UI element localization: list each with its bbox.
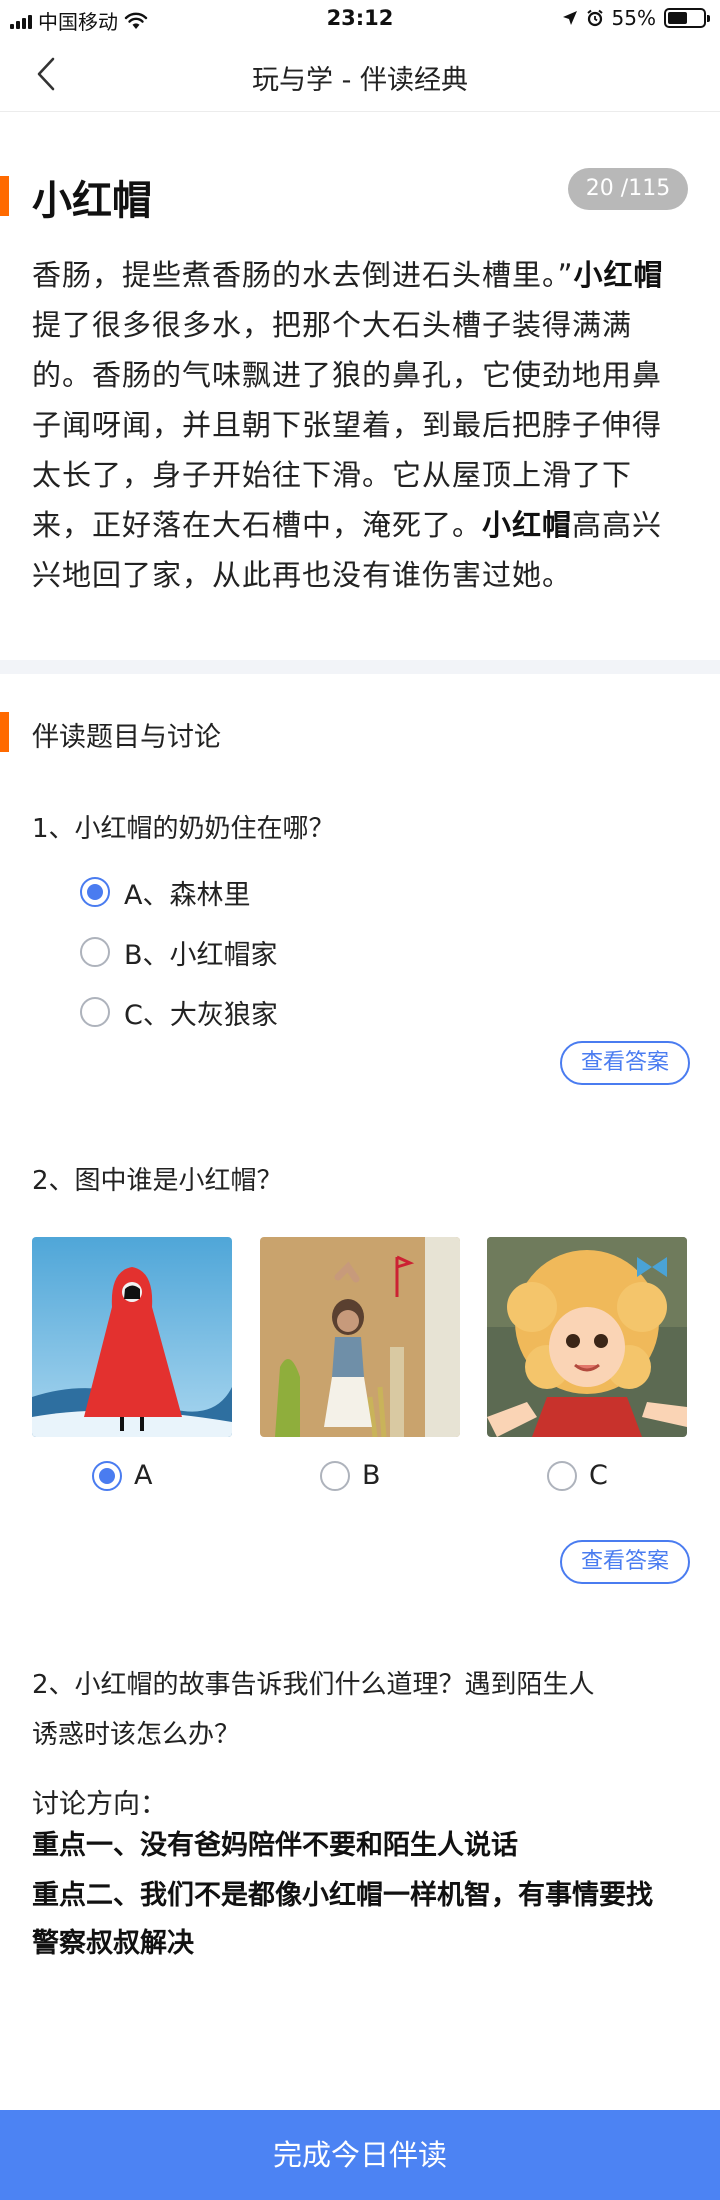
picture-option-b[interactable] (260, 1237, 460, 1437)
option-label: B、小红帽家 (124, 939, 278, 971)
q1-option-c[interactable]: C、大灰狼家 (80, 992, 278, 1032)
question-3-line-2: 诱惑时该怎么办？ (32, 1720, 241, 1750)
option-label: A (134, 1460, 153, 1491)
page-current: 20 (585, 176, 614, 201)
q2-option-c[interactable]: C (547, 1460, 608, 1491)
battery-icon (664, 8, 710, 28)
title-accent-bar (0, 176, 9, 216)
nav-bar: 玩与学 - 伴读经典 (0, 36, 720, 112)
question-3-line-1: 2、小红帽的故事告诉我们什么道理？遇到陌生人 (32, 1670, 595, 1700)
radio-checked-icon (80, 877, 110, 907)
q2-option-a[interactable]: A (92, 1460, 152, 1491)
battery-percent: 55% (611, 6, 656, 30)
discussion-direction-label: 讨论方向： (32, 1789, 167, 1820)
story-highlight: 小红帽 (482, 508, 573, 542)
question-1: 1、小红帽的奶奶住在哪？ (32, 814, 335, 844)
discussion-point-1: 重点一、没有爸妈陪伴不要和陌生人说话 (32, 1830, 518, 1861)
page-total: /115 (620, 176, 671, 201)
curly-hair-girl-illustration (487, 1237, 687, 1437)
section-divider (0, 660, 720, 674)
girl-by-wall-illustration (260, 1237, 460, 1437)
picture-option-a[interactable] (32, 1237, 232, 1437)
story-section: 小红帽 20 /115 香肠，提些煮香肠的水去倒进石头槽里。”小红帽提了很多很多… (0, 112, 720, 660)
option-label: A、森林里 (124, 879, 251, 911)
story-text-part: 香肠，提些煮香肠的水去倒进石头槽里。” (32, 258, 574, 292)
page-counter-badge: 20 /115 (568, 168, 688, 210)
q2-option-b[interactable]: B (320, 1460, 381, 1491)
radio-icon (320, 1460, 350, 1491)
radio-checked-icon (92, 1460, 122, 1491)
option-label: C (589, 1460, 608, 1491)
status-bar: 中国移动 23:12 55% (0, 0, 720, 36)
section-accent-bar (0, 712, 9, 752)
story-text: 香肠，提些煮香肠的水去倒进石头槽里。”小红帽提了很多很多水，把那个大石头槽子装得… (32, 250, 690, 600)
battery-level (668, 12, 687, 24)
radio-icon (80, 937, 110, 967)
discussion-point-2: 重点二、我们不是都像小红帽一样机智，有事情要找警察叔叔解决 (32, 1880, 653, 1959)
q1-option-a[interactable]: A、森林里 (80, 872, 250, 912)
status-right: 55% (562, 6, 710, 30)
view-answer-button[interactable]: 查看答案 (560, 1540, 690, 1584)
radio-icon (80, 997, 110, 1027)
view-answer-button[interactable]: 查看答案 (560, 1041, 690, 1085)
alarm-icon (586, 9, 603, 27)
page-title: 玩与学 - 伴读经典 (252, 65, 468, 96)
red-riding-hood-illustration (32, 1237, 232, 1437)
location-icon (562, 11, 577, 25)
option-label: C、大灰狼家 (124, 999, 278, 1031)
option-label: B (362, 1460, 381, 1491)
story-highlight: 小红帽 (573, 258, 664, 292)
q1-option-b[interactable]: B、小红帽家 (80, 932, 278, 972)
question-2: 2、图中谁是小红帽？ (32, 1166, 283, 1196)
picture-option-c[interactable] (487, 1237, 687, 1437)
story-text-part: 提了很多很多水，把那个大石头槽子装得满满的。香肠的气味飘进了狼的鼻孔，它使劲地用… (32, 308, 663, 542)
story-title: 小红帽 (32, 178, 152, 224)
radio-icon (547, 1460, 577, 1491)
section-heading: 伴读题目与讨论 (32, 722, 221, 753)
finish-reading-button[interactable]: 完成今日伴读 (0, 2110, 720, 2200)
